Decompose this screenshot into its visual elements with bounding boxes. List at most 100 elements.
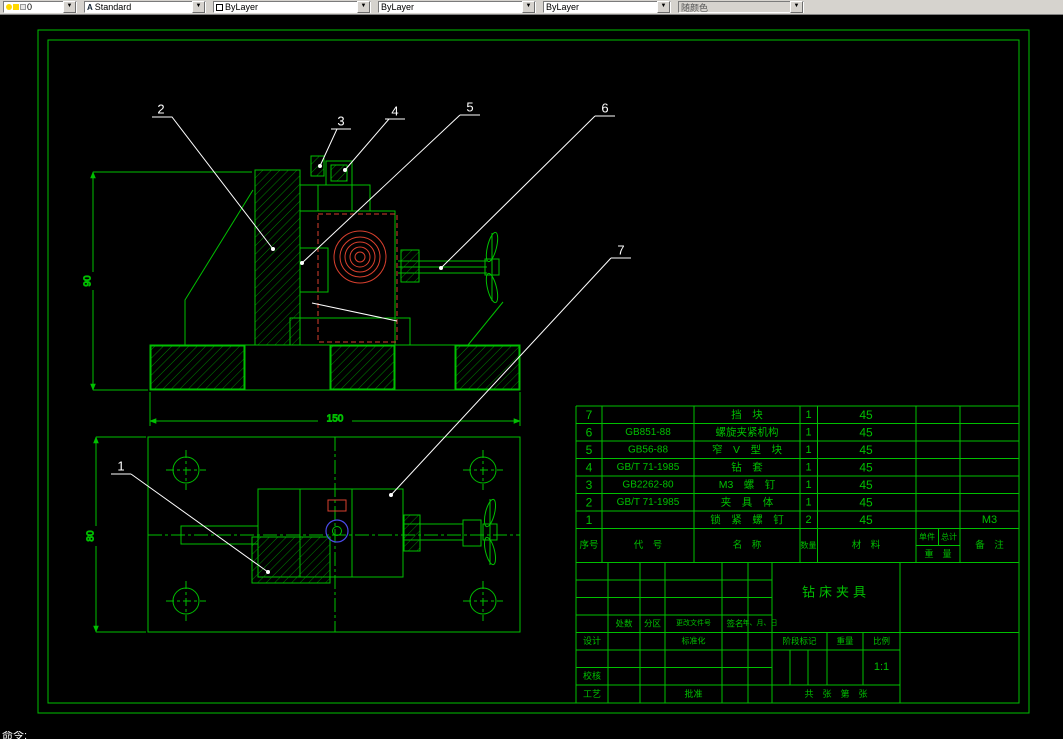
- bom-row: 4 GB/T 71-1985 钻 套 1 45: [586, 461, 873, 475]
- svg-text:锁 紧 螺 钉: 锁 紧 螺 钉: [710, 513, 784, 526]
- front-view-section-details[interactable]: [311, 213, 398, 343]
- svg-text:备 注: 备 注: [975, 539, 1004, 551]
- svg-text:GB/T 71-1985: GB/T 71-1985: [617, 497, 680, 508]
- svg-text:比例: 比例: [873, 636, 890, 646]
- balloon-labels[interactable]: 2 3 4 5 6 7 1: [111, 100, 631, 575]
- svg-text:数量: 数量: [801, 540, 817, 550]
- layer-on-icon: [6, 4, 12, 10]
- svg-text:45: 45: [859, 426, 873, 440]
- model-space[interactable]: 90 150 80 2 3 4 5 6 7 1 7 挡 块 1 45 6 GB8…: [0, 0, 1063, 739]
- svg-text:重量: 重量: [836, 636, 854, 646]
- svg-text:螺旋夹紧机构: 螺旋夹紧机构: [716, 426, 779, 439]
- bom-row: 7 挡 块 1 45: [586, 408, 873, 422]
- svg-text:共 张 第 张: 共 张 第 张: [804, 688, 867, 699]
- svg-text:M3 螺 钉: M3 螺 钉: [719, 479, 776, 491]
- svg-text:3: 3: [586, 478, 593, 492]
- drawing-canvas[interactable]: 90 150 80 2 3 4 5 6 7 1 7 挡 块 1 45 6 GB8…: [0, 0, 1063, 739]
- svg-text:7: 7: [617, 243, 624, 258]
- svg-text:1: 1: [117, 459, 124, 474]
- svg-text:1: 1: [805, 462, 811, 474]
- svg-text:挡 块: 挡 块: [731, 408, 763, 421]
- command-prompt: 命令:: [2, 731, 28, 739]
- svg-text:夹 具 体: 夹 具 体: [721, 496, 774, 509]
- svg-text:1: 1: [805, 497, 811, 509]
- svg-text:年、月、日: 年、月、日: [743, 618, 778, 627]
- dim-plan-height: 80: [86, 530, 97, 542]
- lineweight-combo[interactable]: ByLayer ▼: [543, 1, 671, 13]
- chevron-down-icon[interactable]: ▼: [357, 1, 370, 13]
- svg-text:45: 45: [859, 408, 873, 422]
- chevron-down-icon[interactable]: ▼: [522, 1, 535, 13]
- svg-text:序号: 序号: [579, 539, 598, 551]
- svg-text:2: 2: [805, 514, 811, 526]
- current-lineweight: ByLayer: [546, 2, 580, 12]
- current-style-name: Standard: [94, 2, 132, 12]
- svg-text:钻 套: 钻 套: [731, 461, 763, 474]
- svg-text:GB2262-80: GB2262-80: [622, 480, 674, 491]
- svg-text:批准: 批准: [684, 688, 702, 699]
- command-line[interactable]: 命令:: [2, 731, 27, 739]
- linetype-combo[interactable]: ByLayer ▼: [378, 1, 536, 13]
- chevron-down-icon[interactable]: ▼: [192, 1, 205, 13]
- current-plotstyle: 随颜色: [681, 2, 709, 13]
- svg-text:标准化: 标准化: [682, 636, 706, 646]
- svg-text:名 称: 名 称: [733, 539, 762, 551]
- svg-text:1: 1: [805, 444, 811, 456]
- layer-combo[interactable]: 0 ▼: [3, 1, 77, 13]
- title-block[interactable]: 钻床夹具 处数 分区 更改文件号 签名 年、月、日 设计 标准化 校核 工艺 批…: [576, 562, 1019, 704]
- chevron-down-icon: ▼: [790, 1, 803, 13]
- plan-view[interactable]: [147, 436, 521, 633]
- svg-text:45: 45: [859, 443, 873, 457]
- plan-bushing-hole[interactable]: [325, 519, 349, 543]
- svg-text:45: 45: [859, 478, 873, 492]
- svg-text:代 号: 代 号: [634, 540, 663, 551]
- color-combo[interactable]: ByLayer ▼: [213, 1, 371, 13]
- bom-row: 5 GB56-88 窄 V 型 块 1 45: [586, 443, 873, 457]
- scale-value: 1:1: [874, 661, 889, 673]
- bom-row: 1 锁 紧 螺 钉 2 45 M3: [586, 513, 997, 527]
- color-swatch-icon: [216, 3, 223, 11]
- svg-text:单件: 单件: [919, 532, 935, 542]
- current-layer-name: 0: [27, 2, 33, 12]
- svg-text:GB851-88: GB851-88: [625, 427, 671, 438]
- chevron-down-icon[interactable]: ▼: [657, 1, 670, 13]
- dim-base-width: 150: [327, 414, 344, 425]
- svg-text:1: 1: [805, 427, 811, 439]
- svg-text:重 量: 重 量: [924, 548, 951, 559]
- svg-text:45: 45: [859, 461, 873, 475]
- current-color: ByLayer: [225, 2, 259, 12]
- svg-text:GB/T 71-1985: GB/T 71-1985: [617, 462, 680, 473]
- svg-text:工艺: 工艺: [583, 689, 601, 699]
- bom-table[interactable]: 7 挡 块 1 45 6 GB851-88 螺旋夹紧机构 1 45 5 GB56…: [575, 405, 1019, 703]
- svg-text:处数: 处数: [615, 619, 633, 629]
- svg-text:45: 45: [859, 496, 873, 510]
- balloon-5: 5: [300, 100, 480, 265]
- layer-thaw-icon: [13, 4, 19, 10]
- svg-text:GB56-88: GB56-88: [628, 445, 668, 456]
- drawing-title: 钻床夹具: [802, 585, 870, 600]
- svg-text:窄 V 型 块: 窄 V 型 块: [712, 443, 783, 456]
- balloon-1: 1: [111, 459, 270, 574]
- svg-text:5: 5: [586, 443, 593, 457]
- plan-detail[interactable]: [327, 499, 347, 512]
- svg-text:45: 45: [859, 513, 873, 527]
- svg-text:校核: 校核: [583, 670, 601, 681]
- svg-text:总计: 总计: [941, 532, 957, 542]
- chevron-down-icon[interactable]: ▼: [63, 1, 76, 13]
- front-view[interactable]: [149, 155, 521, 391]
- style-combo[interactable]: A Standard ▼: [84, 1, 206, 13]
- svg-text:阶段标记: 阶段标记: [782, 636, 817, 646]
- object-properties-toolbar: 0 ▼ A Standard ▼ ByLayer ▼ ByLayer ▼ ByL…: [0, 0, 1063, 15]
- bom-row: 2 GB/T 71-1985 夹 具 体 1 45: [586, 496, 873, 510]
- svg-text:1: 1: [805, 479, 811, 491]
- current-linetype: ByLayer: [381, 2, 415, 12]
- svg-text:5: 5: [466, 100, 473, 115]
- svg-text:1: 1: [586, 513, 593, 527]
- svg-text:4: 4: [586, 461, 593, 475]
- bom-row: 3 GB2262-80 M3 螺 钉 1 45: [586, 478, 873, 492]
- svg-text:2: 2: [157, 102, 164, 117]
- style-icon: A: [87, 2, 93, 12]
- dim-front-height: 90: [83, 275, 94, 287]
- svg-text:更改文件号: 更改文件号: [676, 618, 711, 627]
- balloon-3: 3: [318, 114, 351, 168]
